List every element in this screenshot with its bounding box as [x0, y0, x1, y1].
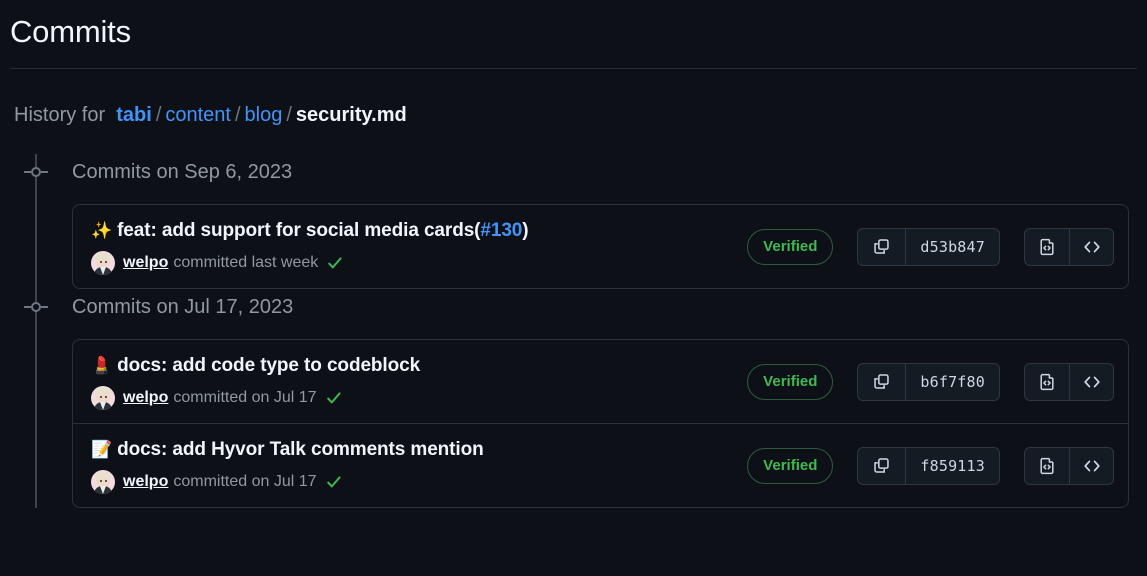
breadcrumb-dir-blog-link[interactable]: blog [245, 104, 283, 126]
commit-group-heading: Commits on Sep 6, 2023 [72, 161, 293, 183]
timeline-dot-icon [22, 166, 50, 178]
commit-emoji: 📝 [91, 440, 113, 460]
verified-badge[interactable]: Verified [747, 447, 834, 484]
commit-meta: welpo committed on Jul 17 [91, 470, 731, 494]
commit-card: ✨ feat: add support for social media card… [72, 204, 1129, 289]
file-code-icon[interactable] [1025, 229, 1069, 265]
commit-icon-group [1024, 446, 1114, 485]
welpo-avatar[interactable] [91, 470, 115, 494]
header-divider [10, 68, 1137, 69]
copy-icon[interactable] [858, 447, 907, 484]
pr-reference-link[interactable]: #130 [480, 220, 522, 241]
green-check-icon [325, 389, 343, 407]
commit-message-link[interactable]: docs: add Hyvor Talk comments mention [117, 439, 484, 460]
page-title: Commits [10, 14, 131, 49]
commit-actions: Verified d53b847 [731, 227, 1114, 266]
code-brackets-icon[interactable] [1069, 363, 1113, 400]
verified-badge[interactable]: Verified [747, 363, 834, 400]
breadcrumb-separator: / [155, 104, 162, 126]
commit-card: 💄 docs: add code type to codeblock welpo … [72, 339, 1129, 508]
commit-author-link[interactable]: welpo [123, 252, 168, 274]
code-brackets-icon[interactable] [1069, 447, 1113, 484]
commit-emoji: 💄 [91, 356, 113, 376]
commit-title: ✨ feat: add support for social media card… [91, 218, 731, 244]
commit-meta: welpo committed on Jul 17 [91, 386, 731, 410]
breadcrumb-prefix: History for [14, 104, 106, 126]
breadcrumb-dir-content-link[interactable]: content [165, 104, 231, 126]
commit-sha[interactable]: b6f7f80 [906, 364, 999, 400]
breadcrumb-repo-link[interactable]: tabi [116, 104, 152, 126]
commit-author-link[interactable]: welpo [123, 471, 168, 493]
commit-group-heading: Commits on Jul 17, 2023 [72, 296, 294, 318]
commit-timeline: Commits on Sep 6, 2023 ✨ feat: add suppor… [0, 154, 1147, 508]
commit-timestamp: committed on Jul 17 [173, 389, 317, 406]
commit-sha-group: d53b847 [857, 227, 1000, 266]
commit-actions: Verified b6f7f80 [731, 362, 1114, 401]
breadcrumb: History for tabi / content / blog / security.m… [14, 102, 1147, 128]
commit-main: 💄 docs: add code type to codeblock welpo … [91, 353, 731, 410]
file-code-icon[interactable] [1025, 364, 1069, 400]
breadcrumb-separator: / [286, 104, 292, 126]
commit-group-header: Commits on Jul 17, 2023 [0, 289, 1147, 325]
commit-group-header: Commits on Sep 6, 2023 [0, 154, 1147, 190]
commit-main: 📝 docs: add Hyvor Talk comments mention w… [91, 437, 731, 494]
timeline-rail [35, 154, 37, 508]
timeline-dot-icon [22, 301, 50, 313]
pr-close-paren: ) [522, 220, 529, 241]
verified-badge[interactable]: Verified [747, 228, 834, 265]
commit-timestamp: committed last week [173, 254, 319, 271]
commit-icon-group [1024, 227, 1114, 266]
commit-title: 📝 docs: add Hyvor Talk comments mention [91, 437, 731, 463]
commit-meta: welpo committed last week [91, 251, 731, 275]
commit-row[interactable]: ✨ feat: add support for social media card… [73, 205, 1128, 288]
commit-group: Commits on Sep 6, 2023 ✨ feat: add suppor… [0, 154, 1147, 289]
welpo-avatar[interactable] [91, 386, 115, 410]
commit-icon-group [1024, 362, 1114, 401]
commit-main: ✨ feat: add support for social media card… [91, 218, 731, 275]
commit-sha-group: f859113 [857, 446, 1000, 485]
breadcrumb-current-file: security.md [295, 104, 407, 126]
commit-group: Commits on Jul 17, 2023 💄 docs: add code … [0, 289, 1147, 508]
commit-emoji: ✨ [91, 221, 113, 241]
commit-actions: Verified f859113 [731, 446, 1114, 485]
green-check-icon [325, 473, 343, 491]
welpo-avatar[interactable] [91, 251, 115, 275]
breadcrumb-separator: / [234, 104, 241, 126]
commit-timestamp: committed on Jul 17 [173, 473, 317, 490]
commit-sha[interactable]: d53b847 [906, 229, 999, 265]
commit-message-link[interactable]: docs: add code type to codeblock [117, 355, 420, 376]
commit-sha-group: b6f7f80 [857, 362, 1000, 401]
file-code-icon[interactable] [1025, 448, 1069, 484]
code-brackets-icon[interactable] [1069, 228, 1113, 265]
commit-message-link[interactable]: feat: add support for social media cards [117, 220, 474, 241]
page-header: Commits [0, 0, 1147, 54]
copy-icon[interactable] [858, 228, 907, 265]
green-check-icon [326, 254, 344, 272]
commit-sha[interactable]: f859113 [906, 448, 999, 484]
copy-icon[interactable] [858, 363, 907, 400]
commit-row[interactable]: 💄 docs: add code type to codeblock welpo … [73, 340, 1128, 423]
commit-author-link[interactable]: welpo [123, 387, 168, 409]
commit-row[interactable]: 📝 docs: add Hyvor Talk comments mention w… [73, 423, 1128, 507]
commit-title: 💄 docs: add code type to codeblock [91, 353, 731, 379]
